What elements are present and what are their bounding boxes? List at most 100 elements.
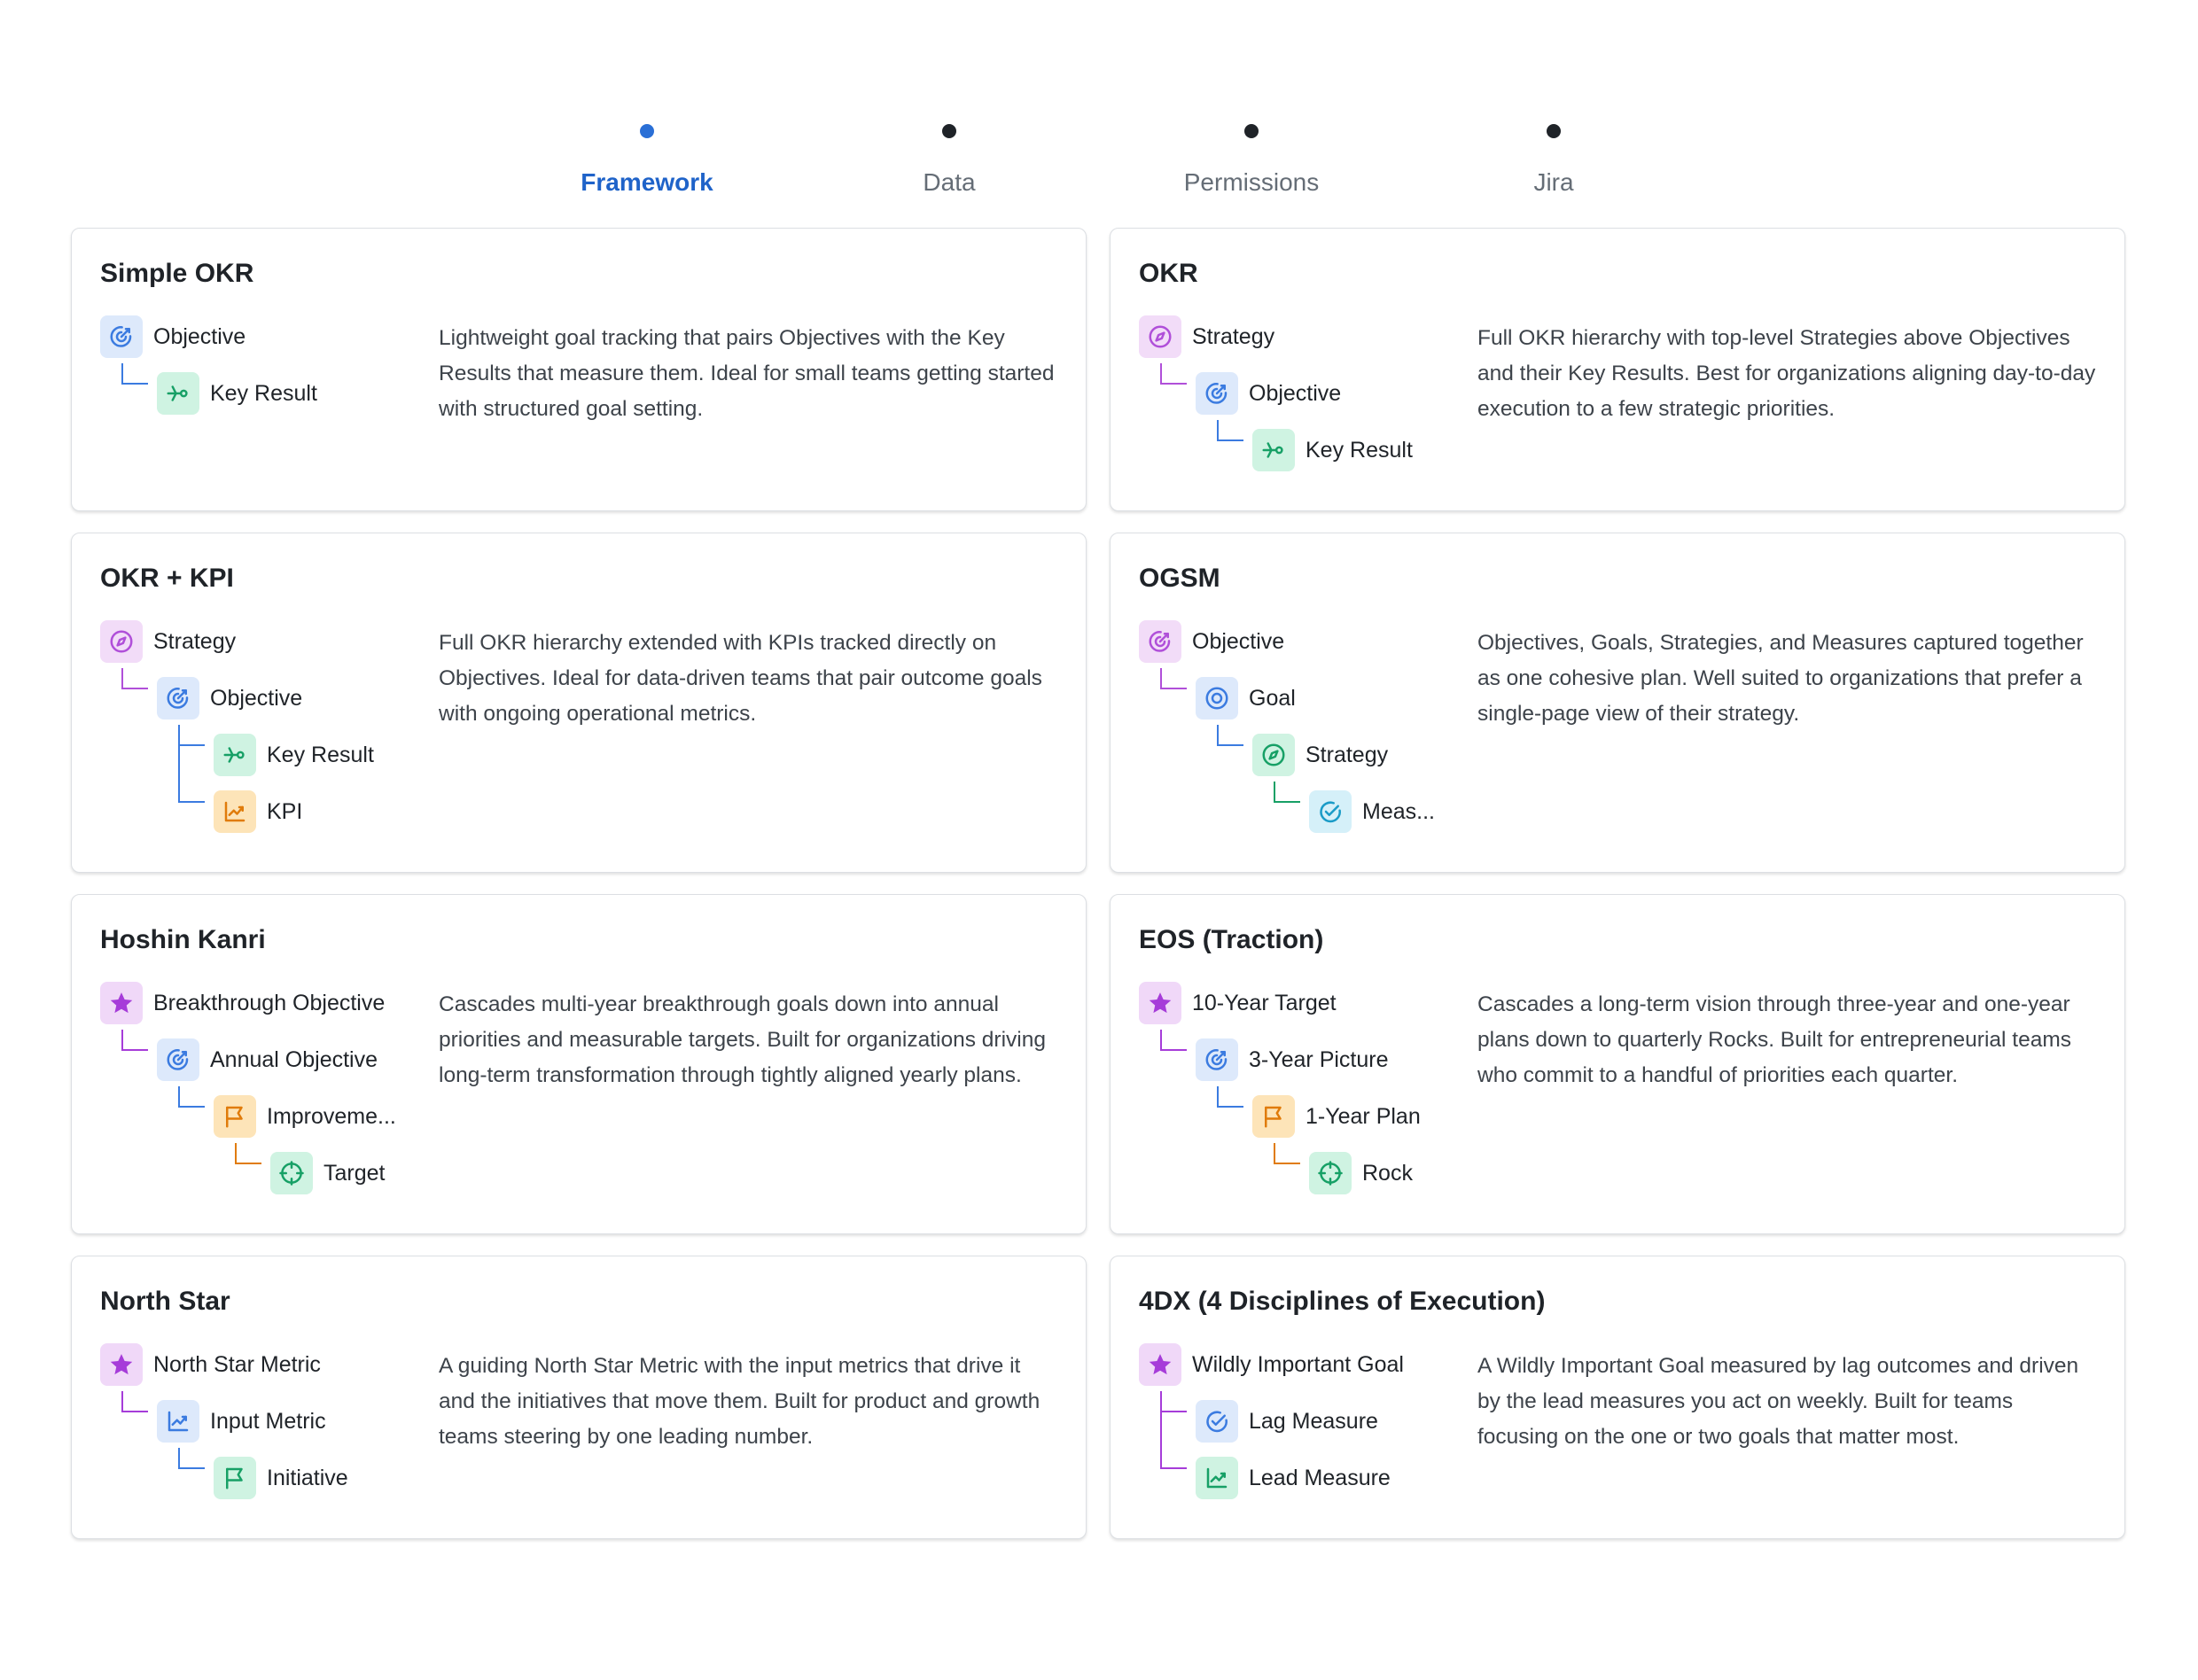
chart-line-icon: [157, 1400, 199, 1443]
key-result-icon: [214, 734, 256, 776]
tree-connector: [1274, 1143, 1300, 1164]
tree-node-wildly-important-goal: Wildly Important Goal: [1139, 1343, 1404, 1386]
tree-connector: [1160, 363, 1187, 385]
tree-node-objective: Objective: [100, 315, 246, 358]
tree-node-strategy: Strategy: [100, 620, 236, 663]
node-label: Strategy: [1306, 742, 1389, 767]
card-description: Cascades a long-term vision through thre…: [1477, 992, 2071, 1087]
tree-node-initiative: Initiative: [214, 1457, 348, 1499]
tree-connector: [235, 1143, 261, 1164]
framework-card-eos-traction[interactable]: EOS (Traction) 10-Year Target 3-Year Pic…: [1110, 894, 2125, 1234]
node-label: Objective: [153, 323, 246, 349]
tree-node-lag-measure: Lag Measure: [1196, 1400, 1378, 1443]
check-circle-icon: [1309, 790, 1352, 833]
node-label: Input Metric: [210, 1408, 326, 1434]
card-title: EOS (Traction): [1139, 925, 1324, 954]
tree-connector: [1160, 668, 1187, 689]
tree-node-lead-measure: Lead Measure: [1196, 1457, 1391, 1499]
bullseye-icon: [1196, 677, 1238, 719]
node-label: Improveme...: [267, 1103, 396, 1129]
tree-node-strategy: Strategy: [1252, 734, 1388, 776]
star-icon: [1139, 1343, 1181, 1386]
framework-card-hoshin-kanri[interactable]: Hoshin Kanri Breakthrough Objective Annu…: [71, 894, 1087, 1234]
node-label: Initiative: [267, 1465, 348, 1490]
tree-connector: [1160, 1391, 1162, 1469]
chart-line-icon: [1196, 1457, 1238, 1499]
step-permissions[interactable]: Permissions: [1092, 124, 1411, 197]
tree-connector: [178, 801, 205, 803]
flag-icon: [1252, 1095, 1295, 1138]
target-arrow-icon: [1139, 620, 1181, 663]
tree-node-breakthrough-objective: Breakthrough Objective: [100, 982, 385, 1024]
step-label: Data: [923, 168, 976, 196]
tree-connector: [1160, 1467, 1187, 1469]
tree-node-objective: Objective: [157, 677, 302, 719]
step-framework[interactable]: Framework: [487, 124, 807, 197]
tree-node-10-year-target: 10-Year Target: [1139, 982, 1337, 1024]
step-dot: [1244, 124, 1259, 138]
tree-connector: [1217, 420, 1243, 441]
compass-icon: [1139, 315, 1181, 358]
flag-icon: [214, 1457, 256, 1499]
node-label: North Star Metric: [153, 1351, 321, 1377]
framework-card-4dx[interactable]: 4DX (4 Disciplines of Execution) Wildly …: [1110, 1256, 2125, 1539]
card-title: North Star: [100, 1287, 230, 1316]
target-arrow-icon: [157, 677, 199, 719]
framework-card-okr[interactable]: OKR Strategy Objective Key Result Full O…: [1110, 228, 2125, 511]
compass-icon: [1252, 734, 1295, 776]
card-title: OKR: [1139, 259, 1198, 288]
tree-node-key-result: Key Result: [157, 372, 317, 415]
card-description: Cascades multi-year breakthrough goals d…: [439, 992, 1046, 1087]
tree-node-target: Target: [270, 1152, 385, 1194]
step-data[interactable]: Data: [790, 124, 1109, 197]
card-title: Simple OKR: [100, 259, 254, 288]
step-jira[interactable]: Jira: [1394, 124, 1713, 197]
card-description: Full OKR hierarchy extended with KPIs tr…: [439, 631, 1042, 726]
node-label: Annual Objective: [210, 1046, 378, 1072]
tree-node-objective: Objective: [1139, 620, 1284, 663]
framework-card-okr-kpi[interactable]: OKR + KPI Strategy Objective Key Result …: [71, 533, 1087, 873]
node-label: 10-Year Target: [1192, 990, 1337, 1015]
target-arrow-icon: [100, 315, 143, 358]
crosshair-icon: [1309, 1152, 1352, 1194]
node-label: Lead Measure: [1249, 1465, 1391, 1490]
card-description: Lightweight goal tracking that pairs Obj…: [439, 326, 1055, 421]
framework-card-north-star[interactable]: North Star North Star Metric Input Metri…: [71, 1256, 1087, 1539]
tree-connector: [178, 744, 205, 746]
node-label: Objective: [1249, 380, 1342, 406]
framework-card-ogsm[interactable]: OGSM Objective Goal Strategy Meas... Obj…: [1110, 533, 2125, 873]
tree-node-kpi: KPI: [214, 790, 302, 833]
framework-card-simple-okr[interactable]: Simple OKR Objective Key Result Lightwei…: [71, 228, 1087, 511]
node-label: Target: [323, 1160, 386, 1186]
card-title: OGSM: [1139, 564, 1220, 593]
tree-connector: [178, 725, 180, 803]
node-label: Key Result: [267, 742, 374, 767]
node-label: Objective: [1192, 628, 1285, 654]
step-label: Framework: [581, 168, 713, 196]
node-label: Key Result: [1306, 437, 1413, 463]
tree-connector: [178, 1086, 205, 1108]
tree-connector: [178, 1448, 205, 1469]
compass-icon: [100, 620, 143, 663]
flag-icon: [214, 1095, 256, 1138]
tree-node-north-star-metric: North Star Metric: [100, 1343, 321, 1386]
tree-connector: [121, 1030, 148, 1051]
tree-node-annual-objective: Annual Objective: [157, 1038, 378, 1081]
tree-connector: [1217, 1086, 1243, 1108]
node-label: Breakthrough Objective: [153, 990, 386, 1015]
tree-node-goal: Goal: [1196, 677, 1296, 719]
tree-connector: [1160, 1411, 1187, 1412]
tree-node-3-year-picture: 3-Year Picture: [1196, 1038, 1389, 1081]
node-label: 3-Year Picture: [1249, 1046, 1389, 1072]
step-dot: [942, 124, 956, 138]
star-icon: [100, 1343, 143, 1386]
node-label: Objective: [210, 685, 303, 711]
target-arrow-icon: [1196, 1038, 1238, 1081]
target-arrow-icon: [1196, 372, 1238, 415]
node-label: Meas...: [1362, 798, 1435, 824]
node-label: Goal: [1249, 685, 1296, 711]
setup-stepper: Framework Data Permissions Jira: [0, 0, 2198, 213]
step-dot-active: [640, 124, 654, 138]
tree-node-rock: Rock: [1309, 1152, 1413, 1194]
tree-connector: [1274, 782, 1300, 803]
